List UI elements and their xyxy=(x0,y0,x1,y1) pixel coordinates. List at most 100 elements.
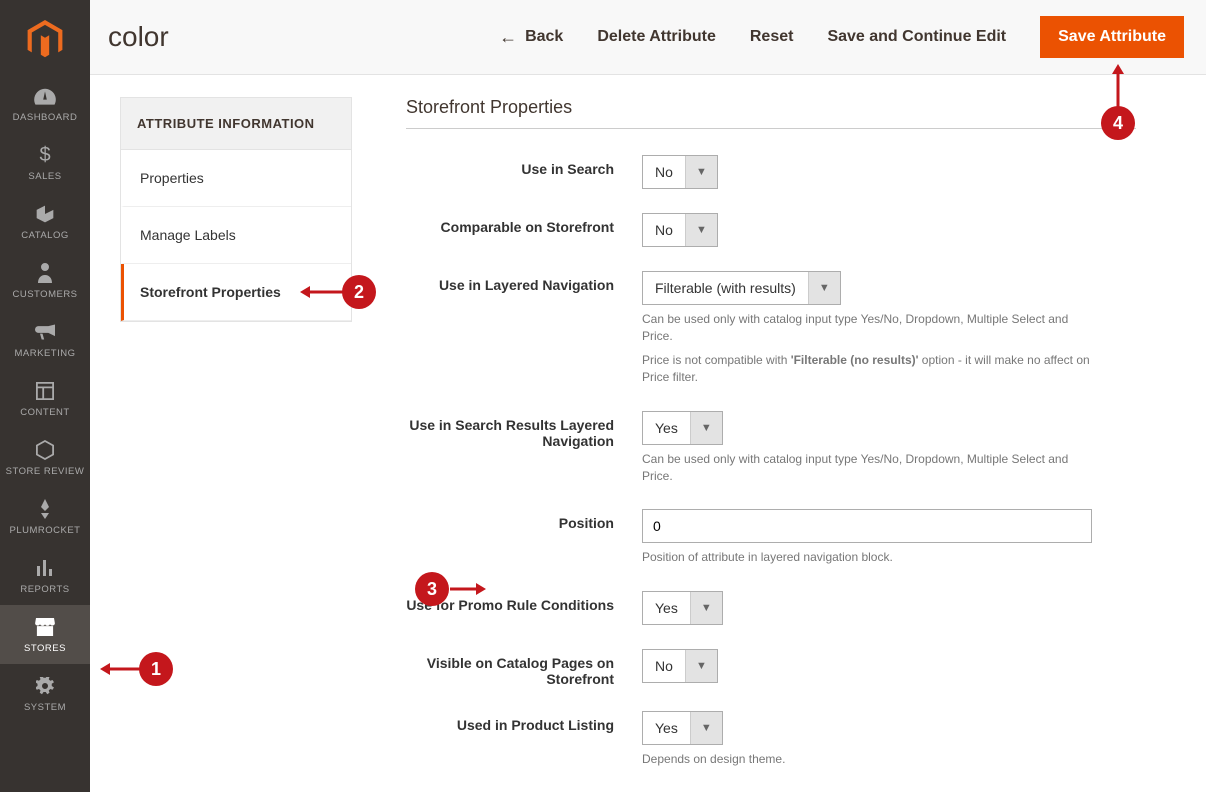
megaphone-icon xyxy=(4,320,86,344)
section-title: Storefront Properties xyxy=(406,97,1136,118)
nav-label: PLUMROCKET xyxy=(10,525,81,536)
select-search-results-layered[interactable]: Yes▼ xyxy=(642,411,723,445)
nav-stores[interactable]: STORES xyxy=(0,605,90,664)
panel-tab-properties[interactable]: Properties xyxy=(121,150,351,207)
label-position: Position xyxy=(406,509,642,531)
nav-label: CUSTOMERS xyxy=(12,289,77,300)
select-use-in-search[interactable]: No▼ xyxy=(642,155,718,189)
caret-down-icon: ▼ xyxy=(685,214,717,246)
back-label: Back xyxy=(525,28,563,46)
section-divider xyxy=(406,128,1136,129)
gear-icon xyxy=(4,674,86,698)
back-button[interactable]: ← Back xyxy=(499,27,563,48)
content-area: ATTRIBUTE INFORMATION Properties Manage … xyxy=(90,75,1206,792)
form-panel: Storefront Properties Use in Search No▼ … xyxy=(406,97,1186,792)
nav-label: SALES xyxy=(28,171,61,182)
input-position[interactable] xyxy=(642,509,1092,543)
callout-1: 1 xyxy=(139,652,173,686)
person-icon xyxy=(4,261,86,285)
help-position: Position of attribute in layered navigat… xyxy=(642,549,1102,566)
select-comparable[interactable]: No▼ xyxy=(642,213,718,247)
arrow-icon xyxy=(100,660,140,678)
row-use-in-search: Use in Search No▼ xyxy=(406,155,1136,189)
nav-label: CATALOG xyxy=(21,230,69,241)
select-value: No xyxy=(643,214,685,246)
select-promo-rule[interactable]: Yes▼ xyxy=(642,591,723,625)
label-use-in-search: Use in Search xyxy=(406,155,642,177)
panel-header: ATTRIBUTE INFORMATION xyxy=(121,98,351,150)
magento-logo xyxy=(0,12,90,74)
dollar-icon: $ xyxy=(4,143,86,167)
select-value: No xyxy=(643,650,685,682)
select-value: Yes xyxy=(643,592,690,624)
nav-sales[interactable]: $ SALES xyxy=(0,133,90,192)
help-product-listing: Depends on design theme. xyxy=(642,751,1102,768)
caret-down-icon: ▼ xyxy=(690,412,722,444)
nav-label: STORES xyxy=(24,643,66,654)
nav-store-review[interactable]: STORE REVIEW xyxy=(0,428,90,487)
arrow-icon xyxy=(450,580,486,598)
nav-label: MARKETING xyxy=(15,348,76,359)
rocket-icon xyxy=(4,497,86,521)
select-value: Filterable (with results) xyxy=(643,272,808,304)
nav-system[interactable]: SYSTEM xyxy=(0,664,90,723)
help-layered-nav-2: Price is not compatible with 'Filterable… xyxy=(642,352,1102,387)
save-attribute-button[interactable]: Save Attribute xyxy=(1040,16,1184,58)
nav-marketing[interactable]: MARKETING xyxy=(0,310,90,369)
delete-attribute-button[interactable]: Delete Attribute xyxy=(597,28,716,46)
select-product-listing[interactable]: Yes▼ xyxy=(642,711,723,745)
arrow-icon xyxy=(1109,64,1127,108)
reset-button[interactable]: Reset xyxy=(750,28,794,46)
select-value: Yes xyxy=(643,712,690,744)
nav-reports[interactable]: REPORTS xyxy=(0,546,90,605)
row-layered-nav: Use in Layered Navigation Filterable (wi… xyxy=(406,271,1136,387)
row-comparable: Comparable on Storefront No▼ xyxy=(406,213,1136,247)
nav-content[interactable]: CONTENT xyxy=(0,369,90,428)
caret-down-icon: ▼ xyxy=(690,712,722,744)
label-product-listing: Used in Product Listing xyxy=(406,711,642,733)
row-visible-catalog: Visible on Catalog Pages on Storefront N… xyxy=(406,649,1136,687)
left-panel: ATTRIBUTE INFORMATION Properties Manage … xyxy=(120,97,352,792)
label-comparable: Comparable on Storefront xyxy=(406,213,642,235)
caret-down-icon: ▼ xyxy=(685,156,717,188)
row-search-results-layered: Use in Search Results Layered Navigation… xyxy=(406,411,1136,486)
page-title: color xyxy=(108,21,169,53)
label-layered-nav: Use in Layered Navigation xyxy=(406,271,642,293)
layout-icon xyxy=(4,379,86,403)
caret-down-icon: ▼ xyxy=(808,272,840,304)
label-visible-catalog: Visible on Catalog Pages on Storefront xyxy=(406,649,642,687)
main-content: color ← Back Delete Attribute Reset Save … xyxy=(90,0,1206,792)
nav-customers[interactable]: CUSTOMERS xyxy=(0,251,90,310)
arrow-left-icon: ← xyxy=(499,27,517,48)
select-value: No xyxy=(643,156,685,188)
callout-3: 3 xyxy=(415,572,449,606)
storefront-icon xyxy=(4,615,86,639)
caret-down-icon: ▼ xyxy=(685,650,717,682)
nav-label: CONTENT xyxy=(20,407,69,418)
caret-down-icon: ▼ xyxy=(690,592,722,624)
nav-label: DASHBOARD xyxy=(13,112,78,123)
row-promo-rule: Use for Promo Rule Conditions Yes▼ xyxy=(406,591,1136,625)
nav-catalog[interactable]: CATALOG xyxy=(0,192,90,251)
admin-sidebar: DASHBOARD $ SALES CATALOG CUSTOMERS MARKE… xyxy=(0,0,90,792)
nav-label: STORE REVIEW xyxy=(6,466,85,477)
row-product-listing: Used in Product Listing Yes▼ Depends on … xyxy=(406,711,1136,768)
nav-label: SYSTEM xyxy=(24,702,66,713)
topbar: color ← Back Delete Attribute Reset Save … xyxy=(90,0,1206,75)
select-visible-catalog[interactable]: No▼ xyxy=(642,649,718,683)
box-icon xyxy=(4,202,86,226)
panel-tab-manage-labels[interactable]: Manage Labels xyxy=(121,207,351,264)
hexagon-icon xyxy=(4,438,86,462)
select-value: Yes xyxy=(643,412,690,444)
help-layered-nav-1: Can be used only with catalog input type… xyxy=(642,311,1102,346)
gauge-icon xyxy=(4,84,86,108)
help-search-results-layered: Can be used only with catalog input type… xyxy=(642,451,1102,486)
save-continue-button[interactable]: Save and Continue Edit xyxy=(827,28,1006,46)
label-search-results-layered: Use in Search Results Layered Navigation xyxy=(406,411,642,449)
arrow-icon xyxy=(300,283,344,301)
select-layered-nav[interactable]: Filterable (with results)▼ xyxy=(642,271,841,305)
nav-dashboard[interactable]: DASHBOARD xyxy=(0,74,90,133)
nav-label: REPORTS xyxy=(20,584,69,595)
row-position: Position Position of attribute in layere… xyxy=(406,509,1136,566)
nav-plumrocket[interactable]: PLUMROCKET xyxy=(0,487,90,546)
